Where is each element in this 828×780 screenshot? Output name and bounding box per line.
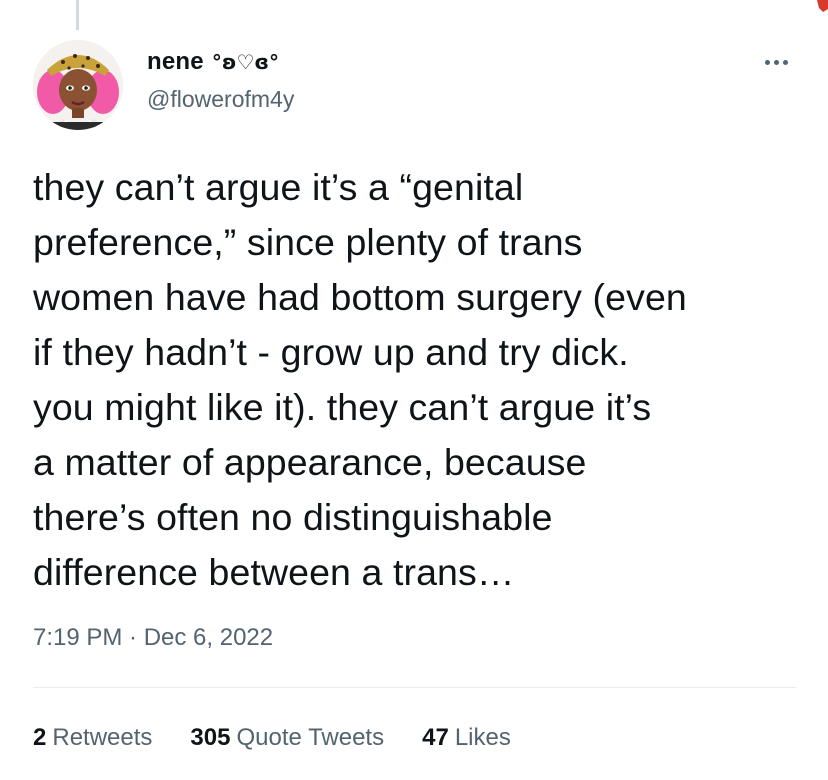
tweet-text-line: preference,” since plenty of trans [33, 221, 583, 263]
author-name-row[interactable]: nene °ʚ♡ɞ° [147, 48, 279, 76]
author-display-name[interactable]: nene [147, 48, 204, 76]
thread-connector-line [76, 0, 79, 30]
tweet-timestamp[interactable]: 7:19 PM · Dec 6, 2022 [33, 624, 273, 652]
tweet-text: they can’t argue it’s a “genital prefere… [33, 160, 808, 600]
tweet-text-line: if they hadn’t - grow up and try dick. [33, 331, 629, 373]
more-horizontal-icon-dot [782, 59, 788, 65]
retweets-count: 2 [33, 724, 47, 751]
tweet-text-line: difference between a trans… [33, 551, 515, 593]
more-horizontal-icon [764, 59, 770, 65]
avatar[interactable] [33, 40, 123, 130]
avatar-image [33, 40, 123, 130]
likes-label: Likes [454, 724, 511, 751]
tweet-stats: 2 Retweets 305 Quote Tweets 47 Likes [33, 724, 549, 752]
stats-divider [33, 687, 796, 688]
corner-fragment [817, 0, 828, 12]
quote-tweets-label: Quote Tweets [236, 724, 385, 751]
author-handle[interactable]: @flowerofm4y [147, 86, 294, 113]
likes-stat[interactable]: 47 Likes [422, 724, 511, 752]
tweet-text-line: there’s often no distinguishable [33, 496, 553, 538]
tweet-text-line: you might like it). they can’t argue it’… [33, 386, 652, 428]
retweets-stat[interactable]: 2 Retweets [33, 724, 152, 752]
more-options-button[interactable] [754, 48, 798, 76]
quote-tweets-stat[interactable]: 305 Quote Tweets [190, 724, 384, 752]
tweet-detail: nene °ʚ♡ɞ° @flowerofm4y they can’t argue… [0, 0, 828, 780]
more-horizontal-icon-dot [773, 59, 779, 65]
quote-tweets-count: 305 [190, 724, 231, 751]
retweets-label: Retweets [52, 724, 153, 751]
tweet-text-line: a matter of appearance, because [33, 441, 587, 483]
author-name-decoration: °ʚ♡ɞ° [211, 50, 280, 74]
tweet-text-line: women have had bottom surgery (even [33, 276, 687, 318]
likes-count: 47 [422, 724, 449, 751]
tweet-text-line: they can’t argue it’s a “genital [33, 166, 524, 208]
